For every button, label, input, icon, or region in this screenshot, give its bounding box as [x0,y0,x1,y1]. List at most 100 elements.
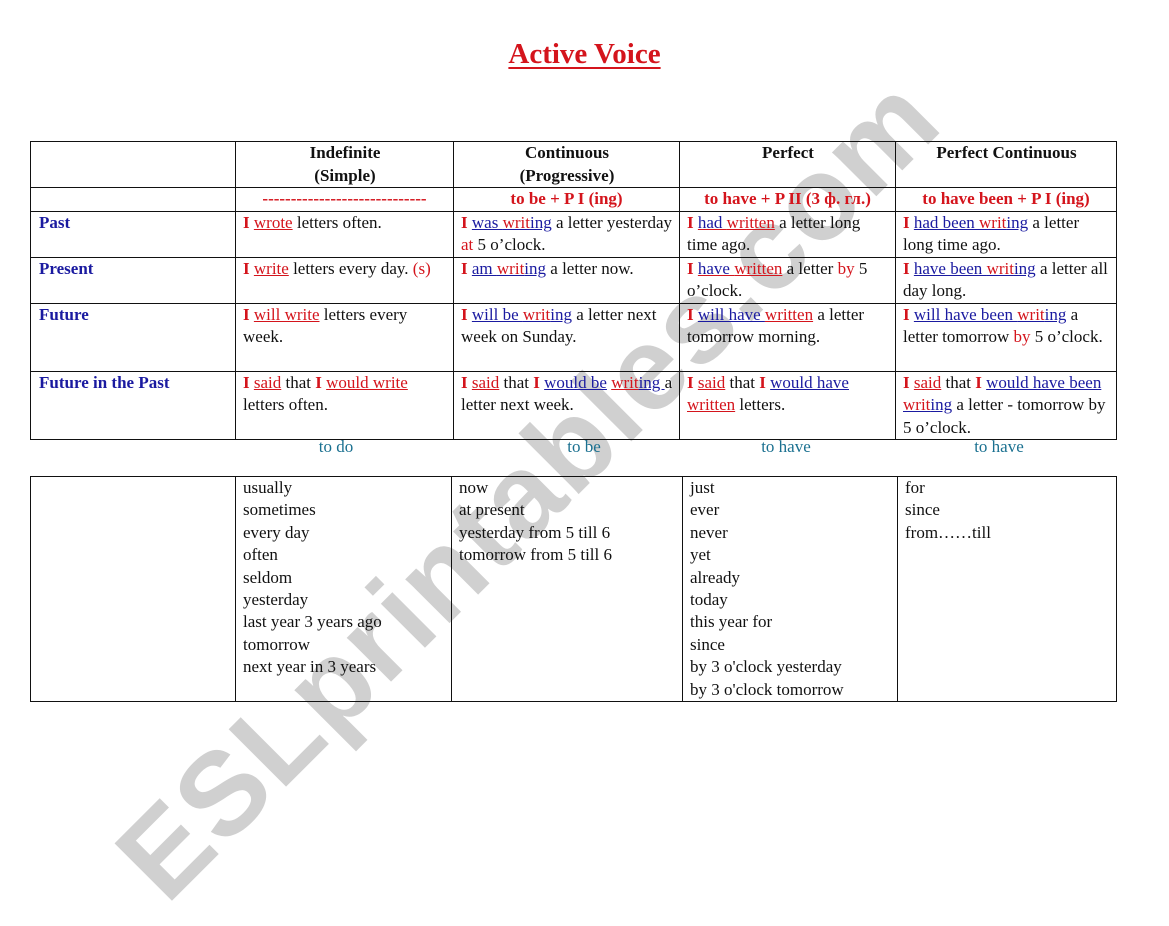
time-marker-item: seldom [243,567,293,587]
example-text-segment: 5 o’clock. [1030,327,1103,346]
example-cell: I will have been writing a letter tomorr… [895,302,1117,372]
header-indefinite: Indefinite (Simple) [235,141,454,188]
example-text-segment: I [975,372,982,392]
time-marker-item: last year 3 years ago [243,612,382,632]
time-marker-item: just [690,478,715,497]
example-cell: I had been writing a letter long time ag… [895,210,1117,258]
time-markers-table: usually sometimes every day often seldom yest… [30,475,1117,703]
example-text-segment: wrote [253,212,293,232]
time-marker-item: for [905,478,925,497]
formula-perfect-continuous: to have been + P I (ing) [895,187,1117,212]
example-text-segment: by [1013,327,1031,346]
example-text-segment: write [253,258,289,278]
example-text-segment: that [281,372,316,392]
example-text-segment: ing [638,372,665,392]
example-text-segment: writ [1017,304,1045,324]
example-text-segment: I [903,212,910,232]
time-marker-item: usually [243,478,293,497]
aux-label: to do [318,437,354,456]
example-cell: I am writing a letter now. [453,256,680,304]
example-text-segment: writ [522,304,551,324]
example-text-segment: would write [326,372,408,392]
example-text-segment: 5 o’clock. [473,235,546,254]
time-marker-item: next year in 3 years [243,657,377,677]
example-cell: I said that I would be writing a letter … [453,370,680,440]
table-row: Future in the Past I said that I would w… [30,370,1117,440]
example-text-segment: letters every day. [288,258,413,278]
time-marker-item: already [690,567,741,587]
example-text-segment: I [461,304,468,324]
example-text-segment: would have [770,372,849,392]
example-text-segment: have been [913,258,987,278]
time-marker-item: this year for [690,612,773,632]
formula-indefinite: ----------------------------- [235,187,454,212]
aux-label: to have [761,437,811,456]
example-text-segment: I [533,372,540,392]
table-row: usually sometimes every day often seldom yest… [30,475,1117,703]
time-marker-item: from……till [905,522,991,542]
example-cell: I write letters every day. (s) [235,256,454,304]
aux-label: to have [974,437,1024,456]
example-text-segment: a letter now. [546,258,634,278]
time-marker-item: sometimes [243,500,316,520]
markers-continuous: now at present yesterday from 5 till 6 tomo… [451,475,683,703]
example-cell: I said that I would have been writing a … [895,370,1117,440]
example-cell: I will be writing a letter next week on … [453,302,680,372]
example-text-segment: will have been [913,304,1018,324]
row-label-future: Future [30,302,236,372]
example-text-segment: I [315,372,322,392]
example-text-segment: ing [524,258,547,278]
example-text-segment: that [499,372,534,392]
time-marker-item: ever [690,500,720,520]
example-text-segment: I [243,212,250,232]
example-text-segment: letters often. [292,212,382,232]
markers-indefinite: usually sometimes every day often seldom yest… [235,475,452,703]
example-text-segment: I [243,304,250,324]
example-text-segment: that [725,372,760,392]
markers-cell-empty [30,475,236,703]
markers-perfect-continuous: for since from……till [897,475,1117,703]
example-text-segment: I [461,372,468,392]
example-text-segment: writ [903,395,931,414]
example-cell: I wrote letters often. [235,210,454,258]
time-marker-item: since [905,500,940,520]
time-marker-item: often [243,545,278,565]
example-text-segment: ing [1044,304,1067,324]
time-marker-item: yesterday from 5 till 6 [459,522,611,542]
example-text-segment: I [687,304,694,324]
formula-continuous: to be + P I (ing) [453,187,680,212]
example-text-segment: ing [930,395,953,414]
time-marker-item: by 3 o'clock yesterday [690,657,842,677]
example-text-segment: ing [550,304,572,324]
example-text-segment: would be [544,372,607,392]
table-row: Future I will write letters every week. … [30,302,1117,372]
example-text-segment: by [837,258,855,278]
example-text-segment: have [697,258,735,278]
example-text-segment: I [759,372,766,392]
example-cell: I said that I would have written letters… [679,370,896,440]
example-text-segment: a letter yesterday [551,212,673,232]
header-perfect: Perfect [679,141,896,188]
example-text-segment: (s) [412,258,431,278]
example-text-segment: I [243,258,250,278]
row-label-past: Past [30,210,236,258]
example-text-segment: had been [913,212,980,232]
example-text-segment: will have [697,304,765,324]
time-marker-item: since [690,634,725,654]
example-text-segment: I [687,372,694,392]
formula-row: ----------------------------- to be + P … [30,187,1117,212]
example-text-segment: I [903,304,910,324]
example-text-segment: letters often. [243,395,328,414]
time-marker-item: yesterday [243,590,309,610]
page-title: Active Voice [508,38,661,70]
example-text-segment: written [687,395,736,414]
example-cell: I was writing a letter yesterday at 5 o’… [453,210,680,258]
table-row: Past I wrote letters often. I was writin… [30,210,1117,258]
example-text-segment: said [913,372,942,392]
example-text-segment: said [697,372,726,392]
header-perfect-continuous: Perfect Continuous [895,141,1117,188]
example-text-segment: am [471,258,497,278]
table-row: Present I write letters every day. (s) I… [30,256,1117,304]
row-label-present: Present [30,256,236,304]
example-text-segment: at [461,235,474,254]
